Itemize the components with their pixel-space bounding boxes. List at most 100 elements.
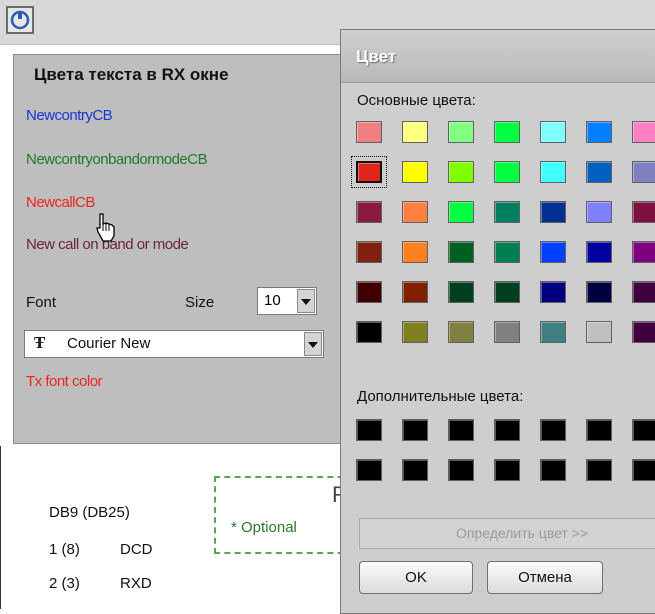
basic-color-swatch[interactable]: [535, 156, 571, 188]
basic-color-swatch[interactable]: [489, 276, 525, 308]
basic-color-swatch-fill: [356, 201, 382, 223]
custom-color-swatch-fill: [586, 459, 612, 481]
basic-color-swatch[interactable]: [535, 276, 571, 308]
custom-color-swatch[interactable]: [351, 454, 387, 486]
custom-color-swatch-fill: [356, 459, 382, 481]
custom-color-swatch-fill: [632, 459, 655, 481]
basic-color-swatch-fill: [402, 201, 428, 223]
custom-color-swatch[interactable]: [627, 414, 655, 446]
custom-color-swatch[interactable]: [581, 414, 617, 446]
custom-color-swatch[interactable]: [535, 414, 571, 446]
dialog-titlebar[interactable]: Цвет: [341, 30, 655, 83]
basic-color-swatch[interactable]: [627, 156, 655, 188]
custom-color-swatch-fill: [632, 419, 655, 441]
basic-color-swatch-fill: [586, 201, 612, 223]
basic-color-swatch[interactable]: [397, 316, 433, 348]
custom-color-swatch-fill: [540, 419, 566, 441]
basic-color-swatch-fill: [632, 121, 655, 143]
tx-font-color-label[interactable]: Tx font color: [26, 373, 103, 390]
basic-color-swatch-fill: [540, 161, 566, 183]
custom-color-swatch[interactable]: [351, 414, 387, 446]
basic-color-swatch[interactable]: [443, 236, 479, 268]
basic-color-swatch[interactable]: [443, 316, 479, 348]
color-item-newcall[interactable]: NewcallCB: [26, 194, 95, 211]
basic-color-swatch[interactable]: [627, 196, 655, 228]
pin-signal: DCD: [120, 541, 153, 558]
custom-color-swatch[interactable]: [397, 454, 433, 486]
basic-color-swatch[interactable]: [581, 196, 617, 228]
basic-color-swatch[interactable]: [627, 236, 655, 268]
basic-color-swatch[interactable]: [397, 116, 433, 148]
basic-color-swatch-fill: [448, 321, 474, 343]
color-item-newcontry-on-band[interactable]: NewcontryonbandormodeCB: [26, 151, 208, 168]
custom-color-swatch[interactable]: [443, 414, 479, 446]
basic-color-swatch[interactable]: [581, 276, 617, 308]
basic-color-swatch[interactable]: [535, 116, 571, 148]
chevron-down-icon[interactable]: [297, 289, 315, 313]
basic-color-swatch[interactable]: [535, 196, 571, 228]
basic-color-swatch[interactable]: [443, 116, 479, 148]
basic-color-swatch[interactable]: [351, 276, 387, 308]
basic-color-swatch-fill: [540, 241, 566, 263]
optional-label: * Optional: [231, 519, 297, 536]
basic-color-swatch-fill: [402, 241, 428, 263]
ok-button[interactable]: OK: [359, 561, 473, 594]
size-label: Size: [185, 294, 215, 311]
basic-color-swatch[interactable]: [489, 116, 525, 148]
basic-color-swatch[interactable]: [397, 156, 433, 188]
basic-color-swatch[interactable]: [535, 236, 571, 268]
basic-color-swatch[interactable]: [351, 316, 387, 348]
basic-color-swatch[interactable]: [443, 196, 479, 228]
basic-color-swatch[interactable]: [489, 316, 525, 348]
basic-color-swatch[interactable]: [535, 316, 571, 348]
basic-color-swatch[interactable]: [627, 276, 655, 308]
basic-color-swatch[interactable]: [581, 236, 617, 268]
basic-color-swatch[interactable]: [489, 196, 525, 228]
basic-color-swatch[interactable]: [581, 156, 617, 188]
basic-color-swatch[interactable]: [581, 316, 617, 348]
color-item-newcontry[interactable]: NewcontryCB: [26, 107, 113, 124]
basic-color-swatch-fill: [586, 121, 612, 143]
basic-color-swatch[interactable]: [581, 116, 617, 148]
basic-color-swatch[interactable]: [351, 236, 387, 268]
basic-color-swatch-fill: [494, 241, 520, 263]
basic-color-swatch-fill: [494, 281, 520, 303]
custom-color-swatch[interactable]: [397, 414, 433, 446]
basic-color-swatch-fill: [632, 321, 655, 343]
custom-color-swatch[interactable]: [535, 454, 571, 486]
basic-color-swatch[interactable]: [627, 116, 655, 148]
basic-color-swatch[interactable]: [443, 276, 479, 308]
custom-color-swatch-fill: [356, 419, 382, 441]
basic-color-swatch[interactable]: [351, 116, 387, 148]
basic-color-swatch[interactable]: [397, 196, 433, 228]
basic-color-swatch-fill: [540, 201, 566, 223]
basic-color-swatch-fill: [402, 281, 428, 303]
font-size-select[interactable]: 10: [257, 287, 317, 315]
font-label: Font: [26, 294, 57, 311]
basic-color-swatch-fill: [586, 161, 612, 183]
basic-color-swatch-fill: [586, 241, 612, 263]
custom-color-swatch-fill: [586, 419, 612, 441]
custom-color-swatch-fill: [494, 419, 520, 441]
custom-color-swatch[interactable]: [581, 454, 617, 486]
basic-color-swatch[interactable]: [397, 276, 433, 308]
define-custom-color-button[interactable]: Определить цвет >>: [359, 518, 655, 549]
basic-color-swatch[interactable]: [489, 156, 525, 188]
color-dialog: Цвет Основные цвета: Дополнительные цвет…: [340, 29, 655, 614]
font-select[interactable]: Ŧ Courier New: [24, 330, 324, 358]
cancel-button[interactable]: Отмена: [487, 561, 603, 594]
custom-color-swatch[interactable]: [627, 454, 655, 486]
basic-color-swatch[interactable]: [443, 156, 479, 188]
basic-color-swatch[interactable]: [351, 156, 387, 188]
custom-color-swatch-fill: [448, 419, 474, 441]
basic-color-swatch[interactable]: [397, 236, 433, 268]
chevron-down-icon[interactable]: [304, 332, 322, 356]
basic-color-swatch-fill: [586, 281, 612, 303]
custom-color-swatch[interactable]: [489, 414, 525, 446]
basic-color-swatch[interactable]: [351, 196, 387, 228]
custom-color-swatch[interactable]: [443, 454, 479, 486]
custom-color-swatch[interactable]: [489, 454, 525, 486]
app-icon[interactable]: [6, 6, 34, 34]
basic-color-swatch[interactable]: [627, 316, 655, 348]
basic-color-swatch[interactable]: [489, 236, 525, 268]
